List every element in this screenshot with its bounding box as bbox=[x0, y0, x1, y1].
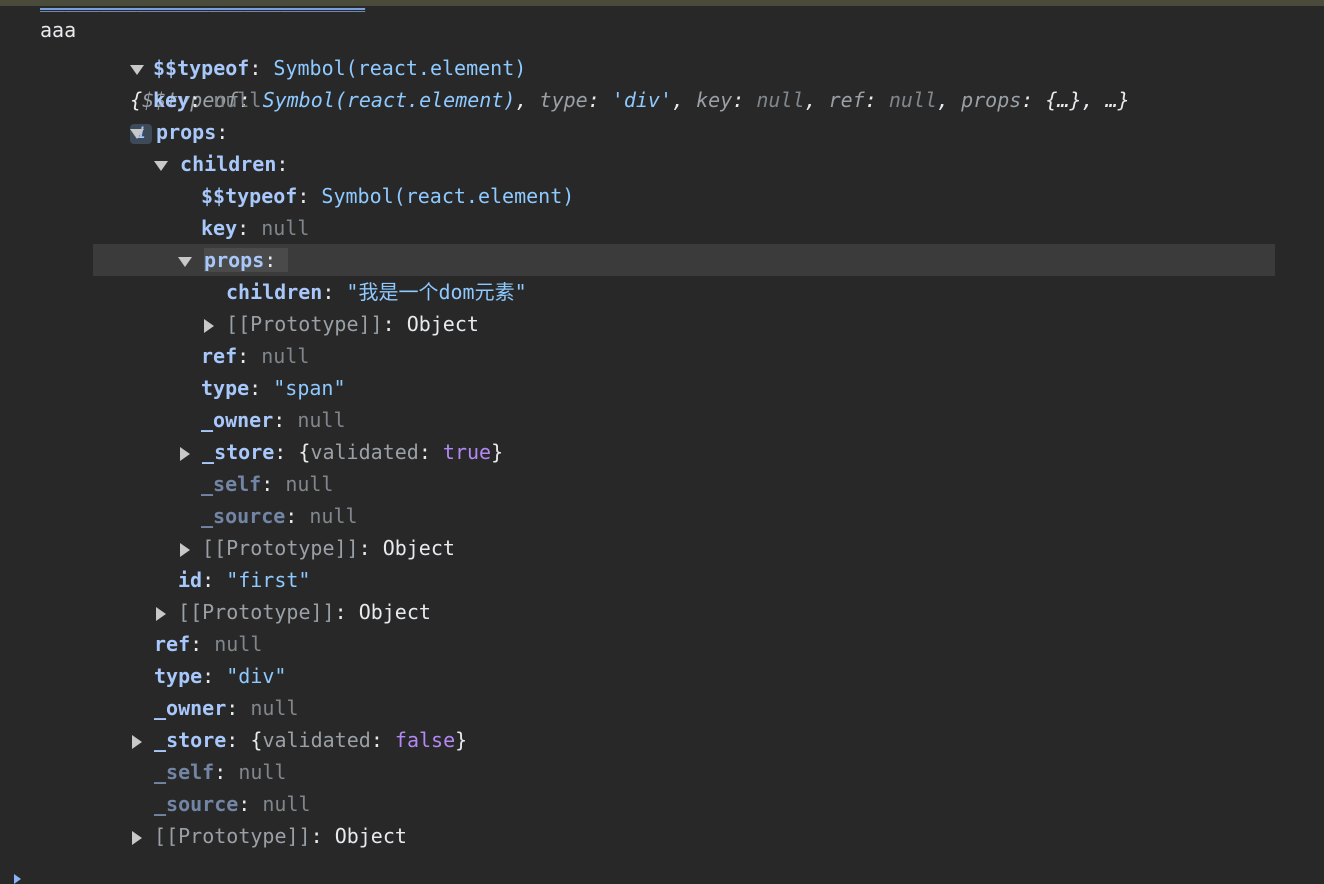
preview-key: ref bbox=[828, 88, 865, 112]
property-key: [[Prototype]] bbox=[226, 312, 383, 336]
property-value: "first" bbox=[226, 568, 311, 592]
property-key: props bbox=[156, 120, 217, 144]
property-key: props bbox=[204, 248, 265, 272]
property-key: _owner bbox=[201, 408, 274, 432]
property-row[interactable]: _store: {validated: true} bbox=[180, 436, 503, 468]
preview-value: 'div' bbox=[611, 88, 673, 112]
property-key: _self bbox=[201, 472, 262, 496]
property-value: null bbox=[261, 216, 310, 240]
property-key: _source bbox=[201, 504, 286, 528]
object-preview-row[interactable]: {$$typeof: Symbol(react.element), type: … bbox=[106, 20, 1130, 144]
collapse-triangle-icon[interactable] bbox=[204, 318, 214, 333]
property-row[interactable]: $$typeof: Symbol(react.element) bbox=[201, 180, 574, 212]
property-key: [[Prototype]] bbox=[202, 536, 359, 560]
property-value: Object bbox=[382, 536, 455, 560]
property-row[interactable]: _self: null bbox=[201, 468, 333, 500]
property-row[interactable]: [[Prototype]]: Object bbox=[132, 820, 407, 852]
property-row[interactable]: $$typeof: Symbol(react.element) bbox=[153, 52, 526, 84]
property-row[interactable]: ref: null bbox=[201, 340, 309, 372]
property-key: $$typeof bbox=[201, 184, 298, 208]
property-row[interactable]: type: "span" bbox=[201, 372, 346, 404]
property-key: _source bbox=[154, 792, 239, 816]
property-value: null bbox=[262, 792, 311, 816]
property-row[interactable]: _store: {validated: false} bbox=[132, 724, 467, 756]
property-key: id bbox=[178, 568, 203, 592]
property-value: "div" bbox=[226, 664, 287, 688]
property-row[interactable]: _source: null bbox=[201, 500, 358, 532]
property-value: "span" bbox=[273, 376, 346, 400]
collapse-triangle-icon[interactable] bbox=[180, 542, 190, 557]
property-value: "我是一个dom元素" bbox=[346, 280, 527, 304]
property-key: type bbox=[154, 664, 203, 688]
property-key: children bbox=[226, 280, 323, 304]
property-value: null bbox=[261, 344, 310, 368]
property-key: key bbox=[153, 88, 190, 112]
expand-triangle-icon[interactable] bbox=[130, 64, 145, 75]
property-value: null bbox=[297, 408, 346, 432]
property-key: ref bbox=[154, 632, 191, 656]
property-row[interactable]: [[Prototype]]: Object bbox=[180, 532, 455, 564]
property-key: key bbox=[201, 216, 238, 240]
log-label: aaa bbox=[40, 18, 77, 42]
preview-value: Symbol(react.element) bbox=[262, 88, 516, 112]
property-value: null bbox=[285, 472, 334, 496]
preview-key: type bbox=[539, 88, 588, 112]
preview-value: null bbox=[756, 88, 805, 112]
property-row[interactable]: [[Prototype]]: Object bbox=[204, 308, 479, 340]
property-value: Symbol(react.element) bbox=[321, 184, 575, 208]
expand-triangle-icon[interactable] bbox=[154, 160, 168, 171]
property-row[interactable]: key: null bbox=[153, 84, 261, 116]
property-value: null bbox=[238, 760, 287, 784]
preview-brace: { bbox=[130, 88, 143, 112]
property-value: true bbox=[442, 440, 492, 464]
property-key: _store bbox=[202, 440, 275, 464]
property-key: [[Prototype]] bbox=[154, 824, 311, 848]
property-key: [[Prototype]] bbox=[178, 600, 335, 624]
collapse-triangle-icon[interactable] bbox=[156, 606, 166, 621]
collapse-triangle-icon[interactable] bbox=[132, 734, 142, 749]
property-key: children bbox=[180, 152, 277, 176]
property-value: Object bbox=[358, 600, 431, 624]
property-key: type bbox=[201, 376, 250, 400]
property-row[interactable]: type: "div" bbox=[154, 660, 286, 692]
property-value: Object bbox=[406, 312, 479, 336]
property-row[interactable]: children: bbox=[154, 148, 288, 180]
property-value: null bbox=[214, 632, 263, 656]
property-row[interactable]: _owner: null bbox=[201, 404, 346, 436]
sub-key: validated bbox=[262, 728, 371, 752]
property-key: _self bbox=[154, 760, 215, 784]
property-row[interactable]: [[Prototype]]: Object bbox=[156, 596, 431, 628]
property-row[interactable]: key: null bbox=[201, 212, 309, 244]
property-row-selected[interactable]: props: bbox=[178, 244, 289, 276]
console-prompt-icon[interactable] bbox=[14, 874, 21, 884]
preview-key: props bbox=[961, 88, 1022, 112]
preview-tail: …} bbox=[1105, 88, 1130, 112]
sub-key: validated bbox=[310, 440, 419, 464]
preview-value: {…} bbox=[1045, 88, 1082, 112]
property-value: null bbox=[309, 504, 358, 528]
preview-key: key bbox=[696, 88, 733, 112]
property-row[interactable]: _self: null bbox=[154, 756, 286, 788]
property-row[interactable]: children: "我是一个dom元素" bbox=[226, 276, 527, 308]
property-row[interactable]: _source: null bbox=[154, 788, 311, 820]
property-row[interactable]: ref: null bbox=[154, 628, 262, 660]
property-key: $$typeof bbox=[153, 56, 250, 80]
property-value: Object bbox=[334, 824, 407, 848]
property-value: Symbol(react.element) bbox=[273, 56, 527, 80]
expand-triangle-icon[interactable] bbox=[130, 128, 144, 139]
source-link[interactable]: ___________________________ bbox=[40, 0, 365, 10]
property-key: _owner bbox=[154, 696, 227, 720]
property-row[interactable]: id: "first" bbox=[178, 564, 310, 596]
property-key: ref bbox=[201, 344, 238, 368]
collapse-triangle-icon[interactable] bbox=[180, 446, 190, 461]
preview-value: null bbox=[888, 88, 937, 112]
property-row[interactable]: props: bbox=[130, 116, 228, 148]
property-value: false bbox=[394, 728, 456, 752]
collapse-triangle-icon[interactable] bbox=[132, 830, 142, 845]
property-row[interactable]: _owner: null bbox=[154, 692, 299, 724]
expand-triangle-icon[interactable] bbox=[178, 256, 192, 267]
property-key: _store bbox=[154, 728, 227, 752]
property-value: null bbox=[213, 88, 262, 112]
property-value: null bbox=[250, 696, 299, 720]
